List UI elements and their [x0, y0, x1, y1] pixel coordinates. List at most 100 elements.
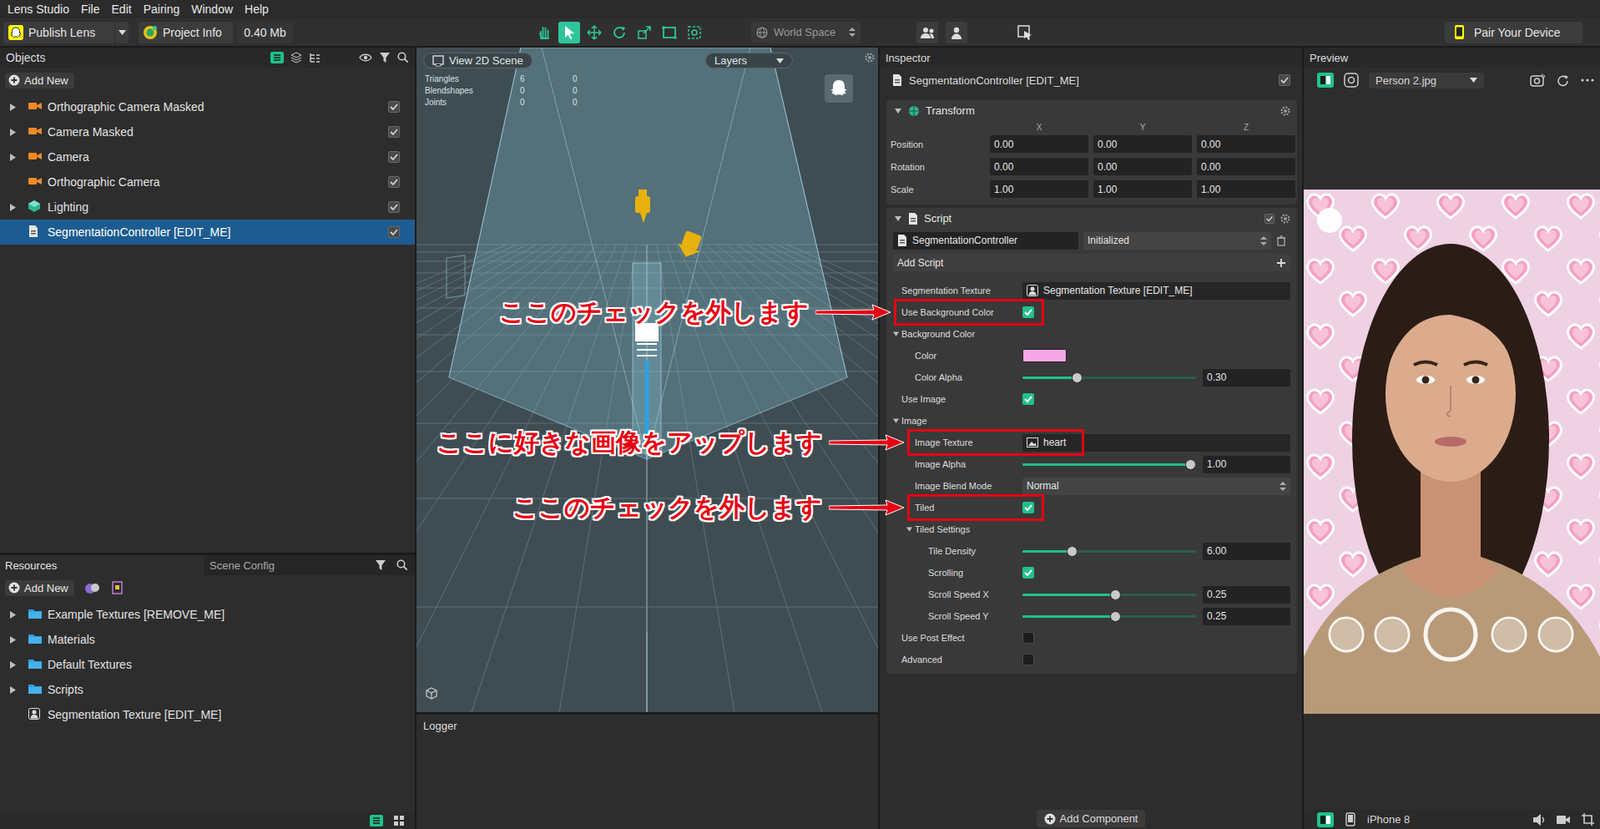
add-component-button[interactable]: Add Component: [1036, 809, 1146, 828]
grid-view-icon[interactable]: [393, 814, 405, 827]
object-row[interactable]: Orthographic Camera: [0, 169, 415, 195]
source-dropdown[interactable]: Person 2.jpg: [1368, 72, 1484, 89]
search-icon[interactable]: [397, 51, 409, 64]
expand-arrow[interactable]: [9, 685, 17, 695]
publish-button[interactable]: Publish Lens: [3, 21, 115, 44]
slider-track[interactable]: [1022, 615, 1197, 618]
menu-item[interactable]: Edit: [111, 2, 132, 16]
search-icon[interactable]: [396, 559, 409, 571]
filter-icon[interactable]: [374, 559, 387, 571]
collapse-arrow[interactable]: [894, 215, 903, 223]
expand-arrow[interactable]: [9, 127, 17, 137]
trash-icon[interactable]: [1276, 235, 1287, 247]
number-field[interactable]: 6.00: [1202, 542, 1291, 561]
panel-tab[interactable]: Scene Config: [204, 555, 280, 576]
expand-arrow[interactable]: [9, 102, 17, 112]
texture-field[interactable]: heart: [1022, 434, 1291, 452]
split-view-icon[interactable]: [1317, 812, 1334, 828]
tool-button[interactable]: [533, 21, 556, 44]
menu-item[interactable]: Window: [191, 2, 233, 16]
collapse-arrow[interactable]: [894, 107, 903, 115]
reload-icon[interactable]: [1555, 73, 1570, 88]
expand-arrow[interactable]: [9, 635, 17, 645]
add-script-button[interactable]: Add Script: [893, 253, 1291, 272]
enabled-checkbox[interactable]: [1264, 213, 1275, 224]
gear-icon[interactable]: [1280, 213, 1291, 224]
tool-button[interactable]: [558, 21, 581, 44]
group-arrow[interactable]: [893, 417, 899, 424]
enabled-checkbox[interactable]: [388, 226, 400, 238]
group-arrow[interactable]: [893, 330, 899, 338]
document-icon[interactable]: [111, 580, 125, 595]
number-field[interactable]: 1.00: [1093, 180, 1192, 198]
video-icon[interactable]: [1555, 812, 1571, 828]
number-field[interactable]: 1.00: [1202, 455, 1291, 474]
number-field[interactable]: 0.00: [1196, 157, 1296, 176]
slider-track[interactable]: [1022, 376, 1197, 379]
expand-arrow[interactable]: [9, 610, 17, 620]
tool-button[interactable]: [683, 21, 706, 44]
pair-device-button[interactable]: Pair Your Device: [1444, 21, 1583, 44]
mobile-icon[interactable]: [1343, 812, 1358, 827]
hierarchy-icon[interactable]: [308, 51, 321, 64]
number-field[interactable]: 0.25: [1202, 607, 1291, 626]
add-new-button[interactable]: Add New: [5, 72, 75, 89]
cube-icon[interactable]: [425, 686, 438, 700]
texture-field[interactable]: Segmentation Texture [EDIT_ME]: [1022, 282, 1291, 300]
resource-row[interactable]: Materials: [0, 626, 415, 652]
crop-icon[interactable]: [1580, 812, 1595, 827]
number-field[interactable]: 1.00: [989, 180, 1089, 198]
enabled-checkbox[interactable]: [388, 176, 400, 188]
split-view-icon[interactable]: [1317, 72, 1334, 88]
group-arrow[interactable]: [906, 525, 913, 533]
menu-item[interactable]: File: [80, 2, 101, 16]
number-field[interactable]: 0.25: [1202, 585, 1291, 604]
panel-tab[interactable]: Resources: [0, 555, 205, 576]
pointer-box-button[interactable]: [1014, 21, 1036, 44]
layers-icon[interactable]: [290, 51, 303, 64]
menu-item[interactable]: Lens Studio: [7, 2, 70, 16]
add-new-button[interactable]: Add New: [5, 580, 75, 596]
eye-icon[interactable]: [358, 51, 373, 64]
view-2d-button[interactable]: View 2D Scene: [423, 52, 533, 69]
object-row[interactable]: SegmentationController [EDIT_ME]: [0, 219, 415, 245]
resource-row[interactable]: Default Textures: [0, 651, 415, 677]
list-view-icon[interactable]: [270, 51, 284, 64]
tool-button[interactable]: [658, 21, 681, 44]
scene-viewport[interactable]: View 2D SceneLayersTriangles60Blendshape…: [416, 47, 879, 712]
number-field[interactable]: 0.30: [1202, 368, 1291, 387]
number-field[interactable]: 0.00: [1196, 135, 1296, 153]
material-icon[interactable]: [84, 580, 101, 595]
number-field[interactable]: 1.00: [1196, 180, 1296, 198]
dropdown[interactable]: Normal: [1022, 477, 1291, 495]
enabled-checkbox[interactable]: [388, 100, 400, 113]
resource-row[interactable]: Segmentation Texture [EDIT_ME]: [0, 701, 415, 727]
checkbox[interactable]: [1022, 393, 1035, 405]
list-view-icon[interactable]: [369, 814, 384, 827]
person-button[interactable]: [945, 21, 968, 44]
tool-button[interactable]: [608, 21, 631, 44]
slider-track[interactable]: [1022, 463, 1197, 466]
menu-item[interactable]: Pairing: [143, 2, 181, 16]
expand-arrow[interactable]: [9, 202, 17, 212]
more-icon[interactable]: [1579, 74, 1595, 86]
object-row[interactable]: Orthographic Camera Masked: [0, 94, 415, 120]
switch-camera-icon[interactable]: [1529, 72, 1546, 88]
expand-arrow[interactable]: [9, 152, 17, 162]
tool-button[interactable]: [583, 21, 606, 44]
tool-button[interactable]: [633, 21, 656, 44]
resource-row[interactable]: Scripts: [0, 676, 415, 702]
slider-track[interactable]: [1022, 550, 1197, 553]
color-swatch[interactable]: [1022, 348, 1067, 363]
space-dropdown[interactable]: World Space: [751, 21, 861, 44]
number-field[interactable]: 0.00: [1093, 135, 1192, 153]
enabled-checkbox[interactable]: [1278, 74, 1291, 86]
enabled-checkbox[interactable]: [388, 151, 400, 163]
preview-image[interactable]: [1303, 189, 1600, 714]
persons-button[interactable]: [916, 21, 939, 44]
menu-item[interactable]: Help: [244, 2, 269, 16]
object-row[interactable]: Lighting: [0, 194, 415, 220]
expand-arrow[interactable]: [9, 660, 17, 670]
publish-options-button[interactable]: [115, 21, 129, 44]
device-label[interactable]: iPhone 8: [1367, 812, 1410, 826]
